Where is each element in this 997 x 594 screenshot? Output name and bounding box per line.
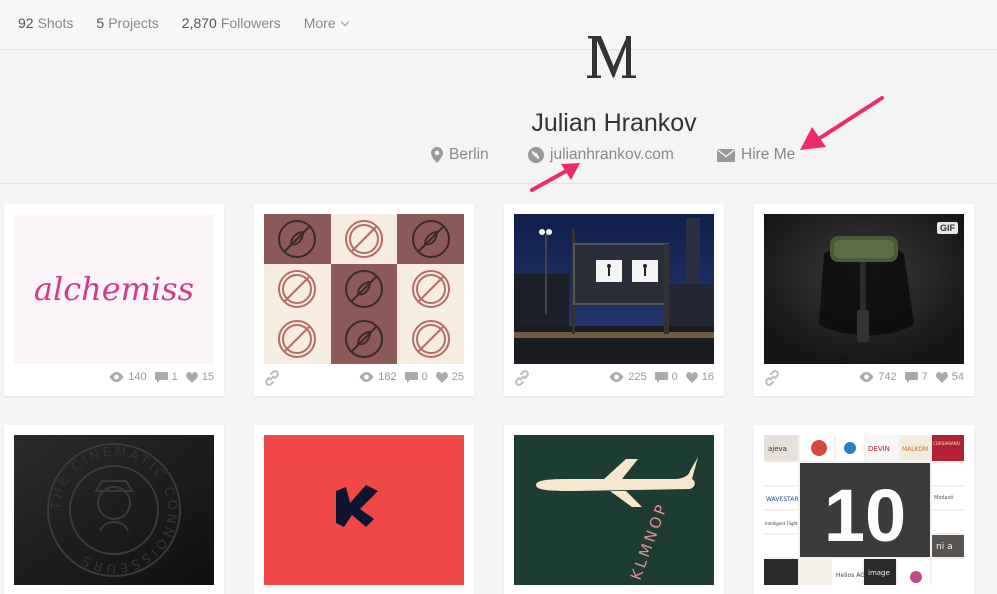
billboard-photo [514,214,714,364]
svg-text:alchemiss: alchemiss [34,270,194,308]
klm-letters: KLMNOP [627,500,672,582]
envelope-icon [717,148,735,162]
likes-count[interactable]: 15 [185,371,214,383]
profile-name: Julian Hrankov [531,109,697,137]
shot-stats: 225 0 16 [609,371,714,383]
avatar-logo[interactable] [586,28,642,84]
header-divider [0,183,997,184]
shot-thumbnail[interactable]: GIF [764,214,964,364]
hire-me-link[interactable]: Hire Me [717,146,795,164]
shot-footer: 225 0 16 [514,370,714,386]
likes-count[interactable]: 25 [435,371,464,383]
heart-icon [435,371,448,383]
shot-thumbnail[interactable]: 10 ajeva DEVIN WAVESTAR Helios AG image … [764,435,964,585]
views-count[interactable]: 182 [359,371,397,383]
shot-thumbnail[interactable] [264,435,464,585]
eye-icon [359,372,374,382]
attachment-icon[interactable] [264,370,280,386]
shot-thumbnail[interactable] [264,214,464,364]
klm-plane-artwork: KLMNOP [536,457,698,582]
likes-count[interactable]: 16 [685,371,714,383]
shot-thumbnail[interactable]: THE CINEMATIC CONNOISSEURS [14,435,214,585]
profile-stats: 92 Shots 5 Projects 2,870 Followers More [18,15,349,31]
eye-icon [859,372,874,382]
svg-text:Modasti: Modasti [934,495,954,501]
shot-thumbnail[interactable]: alchemiss [14,214,214,364]
heart-icon [685,371,698,383]
comments-count[interactable]: 0 [654,371,678,383]
comment-icon [154,371,168,383]
comment-icon [654,371,668,383]
alchemiss-lettering: alchemiss [34,270,194,308]
heart-icon [185,371,198,383]
gif-badge: GIF [937,222,958,234]
shot-thumbnail[interactable]: KLMNOP [514,435,714,585]
stat-followers[interactable]: 2,870 Followers [182,15,281,31]
shot-card[interactable] [254,425,474,594]
shot-card[interactable]: 182 0 25 [254,204,474,396]
svg-text:Helios AG: Helios AG [836,572,865,579]
likes-count[interactable]: 54 [935,371,964,383]
annotation-arrow-hire [800,96,884,150]
svg-text:ajeva: ajeva [768,445,787,453]
shot-card[interactable]: 225 0 16 [504,204,724,396]
views-count[interactable]: 140 [109,371,147,383]
collage-number: 10 [824,474,906,557]
svg-text:ni a: ni a [936,542,953,552]
shot-footer: 140 1 15 [14,370,214,386]
logo-collage-artwork: 10 ajeva DEVIN WAVESTAR Helios AG image … [764,435,964,585]
svg-text:WAVESTAR: WAVESTAR [766,496,799,503]
shot-card[interactable]: alchemiss 140 1 15 [4,204,224,396]
pattern-artwork [264,214,464,364]
annotation-arrow-website [530,163,580,192]
chevron-down-icon [340,17,349,27]
comment-icon [904,371,918,383]
attachment-icon[interactable] [514,370,530,386]
comments-count[interactable]: 7 [904,371,928,383]
stat-shots[interactable]: 92 Shots [18,15,73,31]
shot-card[interactable]: THE CINEMATIC CONNOISSEURS [4,425,224,594]
shot-footer: 182 0 25 [264,370,464,386]
svg-text:DEVIN: DEVIN [868,445,890,453]
svg-text:MALKOM: MALKOM [902,446,928,453]
stat-projects[interactable]: 5 Projects [96,15,158,31]
attachment-icon[interactable] [764,370,780,386]
emboss-seal-artwork: THE CINEMATIC CONNOISSEURS [14,435,214,585]
shot-thumbnail[interactable] [514,214,714,364]
heart-icon [935,371,948,383]
shot-stats: 182 0 25 [359,371,464,383]
location-link[interactable]: Berlin [431,146,489,164]
more-dropdown[interactable]: More [304,15,349,31]
shot-footer: 742 7 54 [764,370,964,386]
comments-count[interactable]: 1 [154,371,178,383]
svg-text:CORSARIANO: CORSARIANO [933,441,960,446]
eye-icon [609,372,624,382]
shot-stats: 742 7 54 [859,371,964,383]
views-count[interactable]: 225 [609,371,647,383]
views-count[interactable]: 742 [859,371,897,383]
shot-card[interactable]: KLMNOP [504,425,724,594]
plane-logo-artwork [336,485,378,527]
paint-roller-artwork [764,214,964,364]
map-pin-icon [431,147,443,163]
shot-card[interactable]: GIF 742 7 54 [754,204,974,396]
profile-topbar: 92 Shots 5 Projects 2,870 Followers More [0,0,997,50]
comments-count[interactable]: 0 [404,371,428,383]
svg-text:image: image [868,569,890,577]
svg-text:Intelligent Flight: Intelligent Flight [765,521,798,526]
comment-icon [404,371,418,383]
eye-icon [109,372,124,382]
shot-card[interactable]: 10 ajeva DEVIN WAVESTAR Helios AG image … [754,425,974,594]
shot-stats: 140 1 15 [109,371,214,383]
